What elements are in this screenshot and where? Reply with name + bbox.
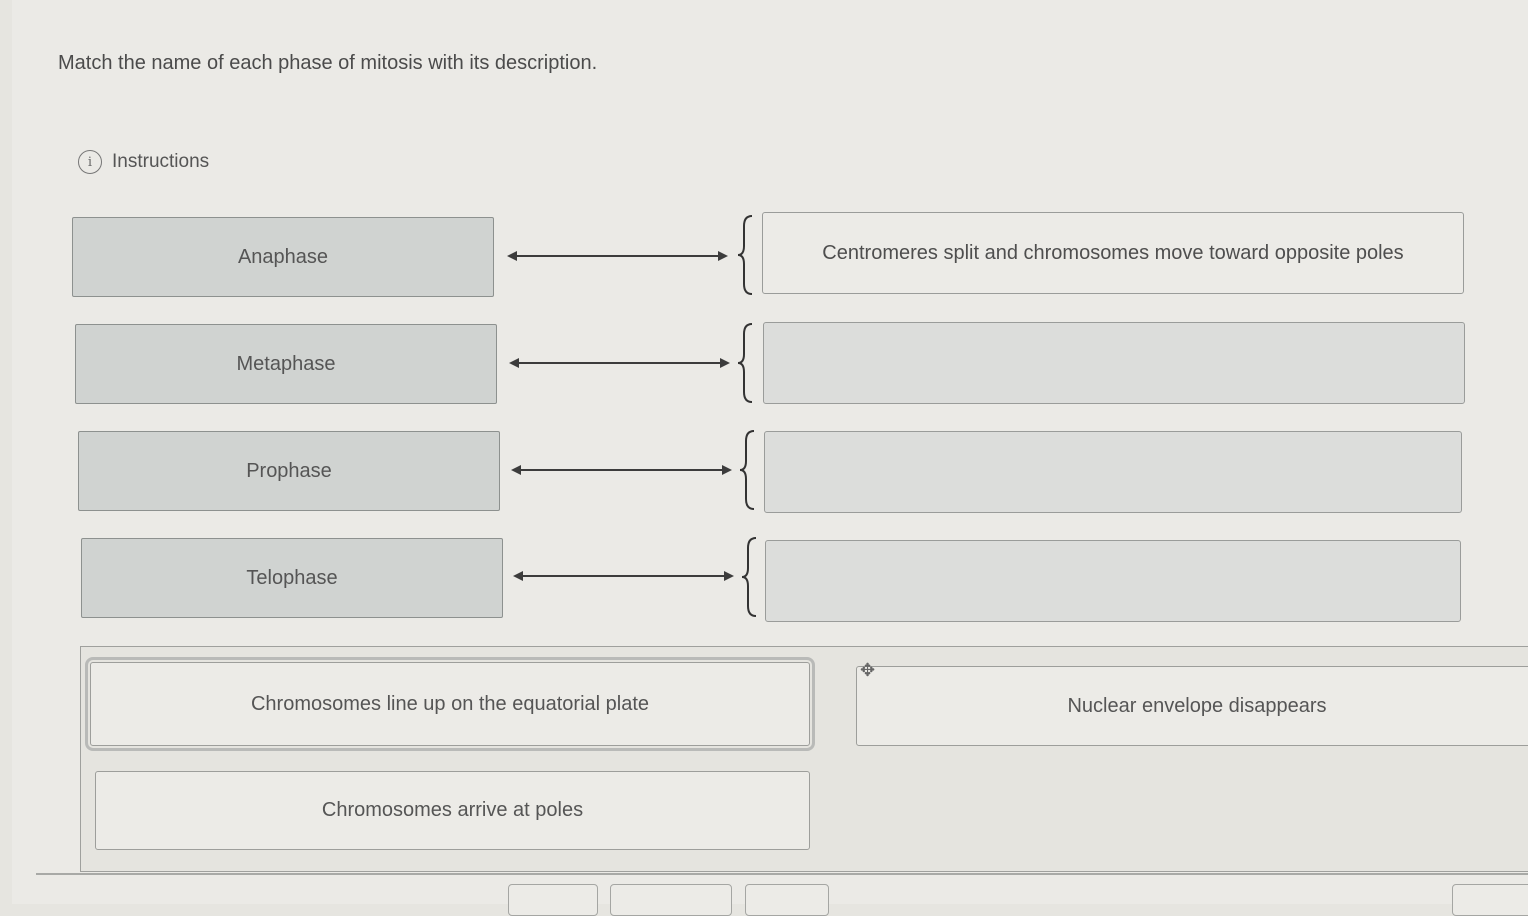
term-telophase[interactable]: Telophase xyxy=(81,538,503,618)
brace-icon xyxy=(741,537,757,617)
term-metaphase[interactable]: Metaphase xyxy=(75,324,497,404)
term-prophase[interactable]: Prophase xyxy=(78,431,500,511)
choice-equatorial-plate[interactable]: Chromosomes line up on the equatorial pl… xyxy=(85,657,815,751)
drop-target-4[interactable] xyxy=(765,540,1461,622)
choice-label: Nuclear envelope disappears xyxy=(1067,694,1327,717)
choice-arrive-poles[interactable]: Chromosomes arrive at poles xyxy=(95,771,810,850)
drop-target-2[interactable] xyxy=(763,322,1465,404)
double-arrow-icon xyxy=(507,251,728,261)
confidence-button-3[interactable] xyxy=(745,884,829,916)
double-arrow-icon xyxy=(511,465,732,475)
divider xyxy=(36,873,1528,875)
drop-target-3[interactable] xyxy=(764,431,1462,513)
term-anaphase[interactable]: Anaphase xyxy=(72,217,494,297)
brace-icon xyxy=(737,215,753,295)
info-icon: i xyxy=(78,150,102,174)
brace-icon xyxy=(739,430,755,510)
submit-button[interactable] xyxy=(1452,884,1528,916)
confidence-button-2[interactable] xyxy=(610,884,732,916)
confidence-button-1[interactable] xyxy=(508,884,598,916)
drop-target-1[interactable]: Centromeres split and chromosomes move t… xyxy=(762,212,1464,294)
double-arrow-icon xyxy=(509,358,730,368)
move-icon: ✥ xyxy=(860,660,876,680)
instructions-label: Instructions xyxy=(112,151,210,172)
double-arrow-icon xyxy=(513,571,734,581)
brace-icon xyxy=(737,323,753,403)
choice-nuclear-envelope[interactable]: Nuclear envelope disappears xyxy=(856,666,1528,746)
question-prompt: Match the name of each phase of mitosis … xyxy=(58,52,598,74)
instructions-toggle[interactable]: i Instructions xyxy=(78,150,209,174)
